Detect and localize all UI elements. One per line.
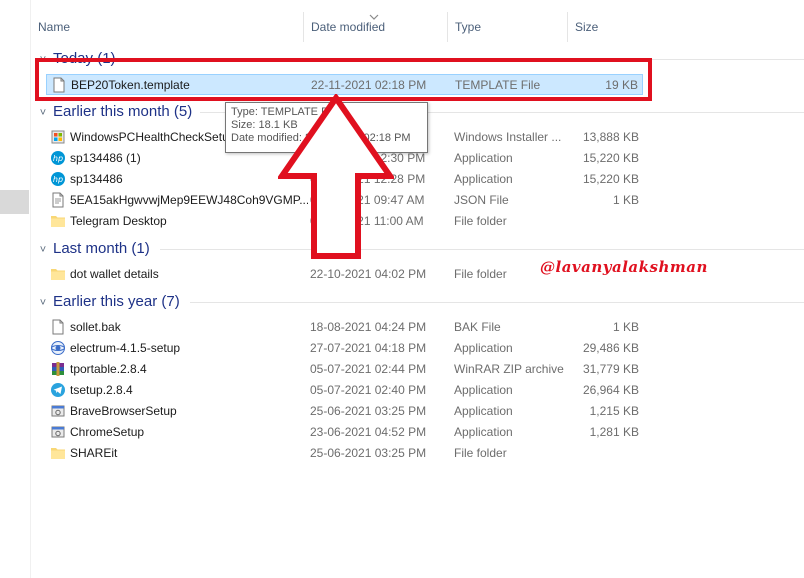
file-date-modified: 25-06-2021 03:25 PM <box>310 446 427 460</box>
file-type: WinRAR ZIP archive <box>454 362 564 376</box>
file-size: 15,220 KB <box>582 151 639 165</box>
file-type: Windows Installer ... <box>454 130 562 144</box>
blank-file-icon <box>50 319 66 335</box>
file-name: ChromeSetup <box>70 425 145 439</box>
file-type: Application <box>454 151 513 165</box>
group-header-label: Today (1) <box>53 50 116 67</box>
winrar-icon <box>50 361 66 377</box>
file-date-modified: 05-07-2021 02:40 PM <box>310 383 427 397</box>
file-type: Application <box>454 172 513 186</box>
file-size: 19 KB <box>605 78 638 92</box>
group-header[interactable]: ˅ Earlier this month (5) <box>31 101 192 123</box>
file-name: electrum-4.1.5-setup <box>70 341 181 355</box>
watermark-text: @lavanyalakshman <box>540 258 708 276</box>
folder-icon <box>50 266 66 282</box>
file-type: Application <box>454 383 513 397</box>
svg-text:hp: hp <box>53 154 63 163</box>
file-date-modified: 22-10-2021 04:02 PM <box>310 267 427 281</box>
file-type: File folder <box>454 446 507 460</box>
file-row[interactable]: ChromeSetup 23-06-2021 04:52 PM Applicatio… <box>46 422 643 443</box>
column-header-type[interactable]: Type <box>448 12 568 42</box>
group-header[interactable]: ˅ Earlier this year (7) <box>31 291 180 313</box>
file-size: 1,281 KB <box>589 425 639 439</box>
group-header[interactable]: ˅ Last month (1) <box>31 238 150 260</box>
file-date-modified: 27-07-2021 04:18 PM <box>310 341 427 355</box>
folder-icon <box>50 445 66 461</box>
file-size: 29,486 KB <box>582 341 639 355</box>
file-date-modified: 23-06-2021 04:52 PM <box>310 425 427 439</box>
group-divider <box>130 59 804 60</box>
group-header[interactable]: ˅ Today (1) <box>31 48 116 70</box>
chevron-down-icon[interactable]: ˅ <box>35 49 51 71</box>
file-row[interactable]: SHAREit 25-06-2021 03:25 PM File folder <box>46 443 643 464</box>
hp-icon: hp <box>50 171 66 187</box>
file-type: File folder <box>454 267 507 281</box>
group-divider <box>190 302 804 303</box>
file-name: Telegram Desktop <box>70 214 167 228</box>
column-header-size-label: Size <box>575 20 599 34</box>
file-name: tsetup.2.8.4 <box>70 383 133 397</box>
file-size: 31,779 KB <box>582 362 639 376</box>
file-date-modified: 22-11-2021 02:18 PM <box>311 78 427 92</box>
column-header-date-label: Date modified <box>311 20 386 34</box>
sort-descending-icon <box>369 14 379 20</box>
electrum-icon <box>50 340 66 356</box>
folder-icon <box>50 213 66 229</box>
file-row[interactable]: electrum-4.1.5-setup 27-07-2021 04:18 PM A… <box>46 338 643 359</box>
file-type: BAK File <box>454 320 501 334</box>
file-name: sollet.bak <box>70 320 121 334</box>
column-header-size[interactable]: Size <box>568 12 804 42</box>
file-row-selected[interactable]: BEP20Token.template 22-11-2021 02:18 PM TE… <box>46 74 643 95</box>
column-header-date-modified[interactable]: Date modified <box>304 12 448 42</box>
column-header: Name Date modified Type Size <box>31 12 804 44</box>
group-header-label: Earlier this month (5) <box>53 103 193 120</box>
group-header-label: Earlier this year (7) <box>53 293 180 310</box>
navigation-pane <box>0 0 31 578</box>
file-type: Application <box>454 341 513 355</box>
file-size: 26,964 KB <box>582 383 639 397</box>
svg-text:hp: hp <box>53 175 63 184</box>
file-size: 1,215 KB <box>589 404 639 418</box>
file-type: TEMPLATE File <box>455 78 541 92</box>
telegram-icon <box>50 382 66 398</box>
file-row[interactable]: tsetup.2.8.4 05-07-2021 02:40 PM Applicati… <box>46 380 643 401</box>
json-file-icon <box>50 192 66 208</box>
blank-file-icon <box>51 77 67 93</box>
chevron-down-icon[interactable]: ˅ <box>35 239 51 261</box>
file-name: tportable.2.8.4 <box>70 362 147 376</box>
file-type: JSON File <box>454 193 509 207</box>
file-type: File folder <box>454 214 507 228</box>
app-setup-icon <box>50 424 66 440</box>
file-size: 1 KB <box>612 320 639 334</box>
file-name: BEP20Token.template <box>71 78 190 92</box>
group-header-label: Last month (1) <box>53 240 150 257</box>
chevron-down-icon[interactable]: ˅ <box>35 102 51 124</box>
file-date-modified: 05-07-2021 02:44 PM <box>310 362 427 376</box>
nav-pane-selected-item[interactable] <box>0 190 29 214</box>
file-name: sp134486 <box>70 172 123 186</box>
group-divider <box>160 249 804 250</box>
file-row[interactable]: tportable.2.8.4 05-07-2021 02:44 PM WinRAR… <box>46 359 643 380</box>
hp-icon: hp <box>50 150 66 166</box>
file-size: 15,220 KB <box>582 172 639 186</box>
file-type: Application <box>454 425 513 439</box>
column-header-name-label: Name <box>38 20 71 34</box>
column-header-name[interactable]: Name <box>31 12 304 42</box>
file-row[interactable]: BraveBrowserSetup 25-06-2021 03:25 PM Appl… <box>46 401 643 422</box>
file-name: BraveBrowserSetup <box>70 404 177 418</box>
file-name: dot wallet details <box>70 267 159 281</box>
file-name: SHAREit <box>70 446 118 460</box>
installer-icon <box>50 129 66 145</box>
file-size: 1 KB <box>612 193 639 207</box>
file-date-modified: 25-06-2021 03:25 PM <box>310 404 427 418</box>
up-arrow-annotation <box>278 94 394 259</box>
file-name: 5EA15akHgwvwjMep9EEWJ48Coh9VGMP... <box>70 193 308 207</box>
column-header-type-label: Type <box>455 20 482 34</box>
file-type: Application <box>454 404 513 418</box>
app-setup-icon <box>50 403 66 419</box>
file-size: 13,888 KB <box>582 130 639 144</box>
file-row[interactable]: sollet.bak 18-08-2021 04:24 PM BAK File 1 K… <box>46 317 643 338</box>
file-date-modified: 18-08-2021 04:24 PM <box>310 320 427 334</box>
chevron-down-icon[interactable]: ˅ <box>35 292 51 314</box>
